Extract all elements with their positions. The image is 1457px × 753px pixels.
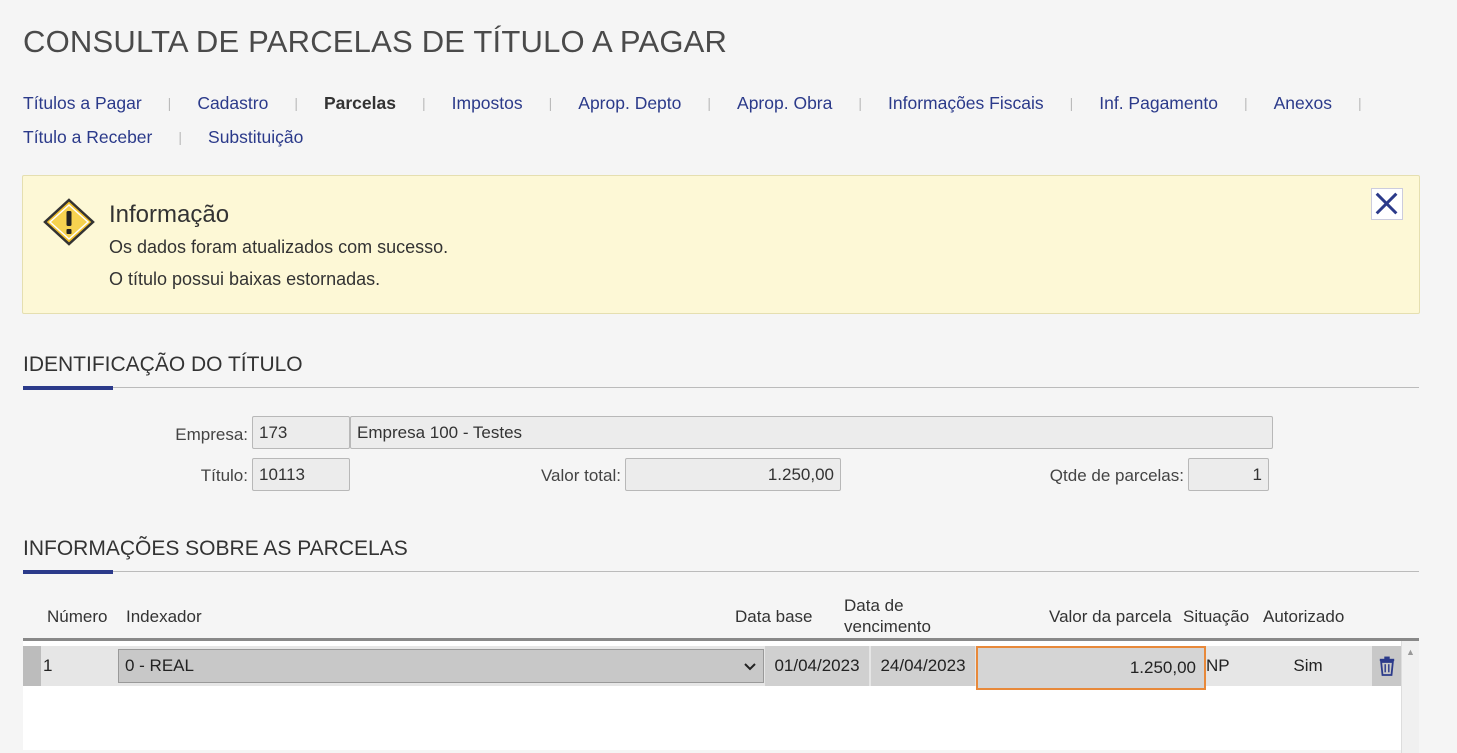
nav-separator: | <box>167 95 172 111</box>
empresa-label: Empresa: <box>175 425 248 444</box>
column-header-numero: Número <box>47 607 108 626</box>
scroll-up-icon[interactable]: ▲ <box>1406 647 1415 657</box>
titulo-label: Título: <box>200 466 248 485</box>
alert-title: Informação <box>109 201 230 228</box>
valor-parcela-input[interactable]: 1.250,00 <box>976 646 1206 690</box>
qtde-parcelas-field[interactable]: 1 <box>1188 458 1269 491</box>
nav-separator: | <box>707 95 712 111</box>
cell-autorizado: Sim <box>1293 656 1323 675</box>
nav-separator: | <box>1069 95 1074 111</box>
valor-total-field[interactable]: 1.250,00 <box>625 458 841 491</box>
close-button[interactable] <box>1371 188 1403 220</box>
column-header-data-base: Data base <box>735 607 813 626</box>
close-icon <box>1375 192 1398 215</box>
tab-aprop-obra[interactable]: Aprop. Obra <box>737 86 832 120</box>
info-alert: Informação Os dados foram atualizados co… <box>22 175 1420 314</box>
tab-navigation: Títulos a Pagar | Cadastro | Parcelas | … <box>23 86 1423 154</box>
cell-situacao: NP <box>1206 656 1230 675</box>
tab-cadastro[interactable]: Cadastro <box>197 86 268 120</box>
nav-separator: | <box>294 95 298 111</box>
nav-separator: | <box>548 95 553 111</box>
section-heading-identificacao: IDENTIFICAÇÃO DO TÍTULO <box>23 353 1419 390</box>
cell-numero: 1 <box>23 646 118 686</box>
qtde-parcelas-label: Qtde de parcelas: <box>1049 466 1184 485</box>
nav-separator: | <box>858 95 862 111</box>
tab-anexos[interactable]: Anexos <box>1274 86 1332 120</box>
table-row[interactable]: 1 0 - REAL 01/04/2023 24/04/2023 1.250,0… <box>23 646 1401 690</box>
indexador-select[interactable]: 0 - REAL <box>118 649 764 683</box>
tab-substituicao[interactable]: Substituição <box>208 120 303 154</box>
tab-aprop-depto[interactable]: Aprop. Depto <box>578 86 681 120</box>
column-header-valor-parcela: Valor da parcela <box>1049 607 1172 626</box>
nav-separator: | <box>1243 95 1248 111</box>
page-title: CONSULTA DE PARCELAS DE TÍTULO A PAGAR <box>23 24 728 59</box>
warning-icon <box>43 198 95 246</box>
delete-row-button[interactable] <box>1372 646 1401 686</box>
empresa-name-field[interactable]: Empresa 100 - Testes <box>350 416 1273 449</box>
column-header-situacao: Situação <box>1183 607 1250 626</box>
tab-titulos-a-pagar[interactable]: Títulos a Pagar <box>23 86 142 120</box>
trash-icon <box>1379 656 1394 676</box>
tab-parcelas[interactable]: Parcelas <box>324 86 396 120</box>
column-header-data-vencimento: Data de vencimento <box>844 596 931 636</box>
section-heading-parcelas: INFORMAÇÕES SOBRE AS PARCELAS <box>23 537 1419 574</box>
indexador-selected-value: 0 - REAL <box>125 656 194 675</box>
alert-message: Os dados foram atualizados com sucesso. <box>109 237 449 257</box>
parcelas-table: 1 0 - REAL 01/04/2023 24/04/2023 1.250,0… <box>23 638 1419 753</box>
titulo-field[interactable]: 10113 <box>252 458 350 491</box>
tab-titulo-a-receber[interactable]: Título a Receber <box>23 120 152 154</box>
empresa-code-field[interactable]: 173 <box>252 416 350 449</box>
cell-data-base[interactable]: 01/04/2023 <box>765 646 869 686</box>
vertical-scrollbar[interactable]: ▲ <box>1401 641 1419 753</box>
tab-informacoes-fiscais[interactable]: Informações Fiscais <box>888 86 1044 120</box>
tab-inf-pagamento[interactable]: Inf. Pagamento <box>1099 86 1218 120</box>
chevron-down-icon <box>744 663 756 671</box>
tab-impostos[interactable]: Impostos <box>452 86 523 120</box>
column-header-autorizado: Autorizado <box>1263 607 1345 626</box>
alert-message: O título possui baixas estornadas. <box>109 269 381 289</box>
nav-separator: | <box>421 95 426 111</box>
nav-separator: | <box>178 129 183 145</box>
cell-data-vencimento[interactable]: 24/04/2023 <box>871 646 975 686</box>
column-header-indexador: Indexador <box>126 607 202 626</box>
valor-total-label: Valor total: <box>540 466 621 485</box>
nav-separator: | <box>1357 95 1362 111</box>
